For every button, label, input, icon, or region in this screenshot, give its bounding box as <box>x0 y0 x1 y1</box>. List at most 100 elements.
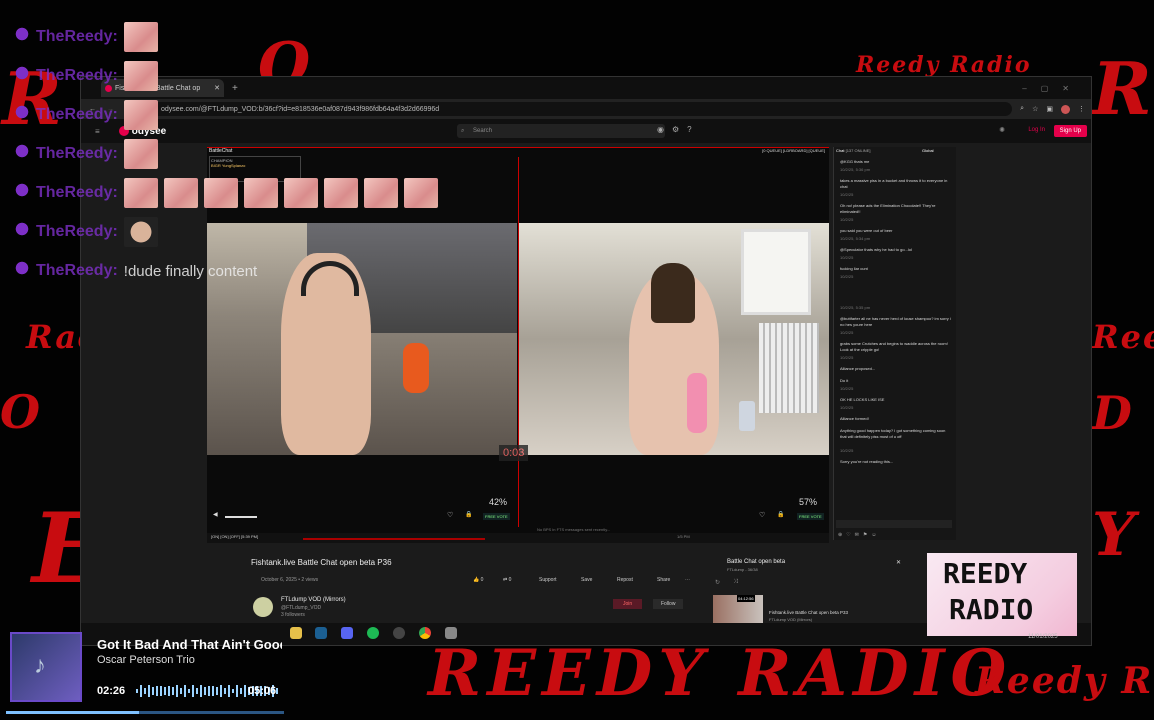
like-button[interactable]: 👍 0 <box>473 577 483 583</box>
volume-icon[interactable]: ◀ <box>213 511 218 518</box>
side-chat-header: Chat [137 ONLINE] Global <box>836 148 934 153</box>
volume-slider[interactable] <box>225 516 257 518</box>
taskbar-chrome-icon[interactable] <box>419 627 431 639</box>
overlay-username: TheReedy: <box>36 223 118 240</box>
side-chat-timestamp: 10/2/25 <box>840 448 854 453</box>
menu-kebab-icon[interactable]: ⋮ <box>1078 105 1085 113</box>
side-chat-timestamp: 10/2/25 <box>840 255 854 260</box>
side-chat-timestamp: 10/2/25, 5:36 pm <box>840 167 871 172</box>
side-chat-message: Anything good happen today? I got someth… <box>840 428 946 439</box>
next-video-title[interactable]: Fishtank.live Battle Chat open beta P33 <box>769 610 848 615</box>
share-button[interactable]: Share <box>657 577 670 583</box>
duration-time: 05:06 <box>248 685 277 697</box>
channel-followers: 3 followers <box>281 612 305 618</box>
waveform-bar <box>224 687 226 695</box>
waveform-bar <box>200 685 202 697</box>
battlechat-header: BattleChat <box>209 148 233 154</box>
chat-header-label: Chat <box>836 148 845 153</box>
emote-image <box>323 178 358 208</box>
more-options-icon[interactable]: ⋯ <box>685 577 690 583</box>
repost-count-button[interactable]: ⇄ 0 <box>503 577 511 583</box>
save-button[interactable]: Save <box>581 577 592 583</box>
overlay-chat-line: TheReedy: !dude finally content <box>14 256 257 286</box>
waveform-bar <box>160 686 162 696</box>
new-tab-icon[interactable]: + <box>232 83 238 94</box>
zoom-icon[interactable]: ⌕ <box>1020 105 1024 113</box>
window-controls[interactable]: –▢✕ <box>1022 84 1083 93</box>
login-link[interactable]: Log In <box>1028 127 1045 133</box>
search-input[interactable]: ⌕ Search <box>457 124 665 138</box>
theme-toggle-icon[interactable]: ✺ <box>999 126 1005 134</box>
playlist-channel: FTLdump - 36/38 <box>727 567 758 572</box>
address-bar-row: ← → ↻ odysee.com/@FTLdump_VOD:b/36cf?id=… <box>81 99 1091 119</box>
left-vote-button[interactable]: FREE VOTE <box>483 513 510 520</box>
album-art: ♪ <box>10 632 82 702</box>
channel-name[interactable]: FTLdump VOD (Mirrors) <box>281 597 346 603</box>
right-heart-icon[interactable]: ♡ <box>759 511 765 519</box>
chat-global-tab[interactable]: Global <box>922 148 934 153</box>
bookmark-star-icon[interactable]: ☆ <box>1032 105 1038 113</box>
taskbar-obs-icon[interactable] <box>393 627 405 639</box>
waveform-bar <box>192 685 194 697</box>
emote-image <box>123 139 158 169</box>
side-chat-message: Sorry you're not reading this... <box>840 459 894 464</box>
microphone-icon <box>14 144 30 164</box>
waveform-bar <box>152 687 154 695</box>
waveform-bar <box>180 688 182 694</box>
taskbar-steam-icon[interactable] <box>315 627 327 639</box>
follow-button[interactable]: Follow <box>653 599 684 609</box>
elapsed-time: 02:26 <box>97 685 126 697</box>
side-chat-timestamp: 10/2/25 <box>840 192 854 197</box>
waveform-bar <box>188 688 190 694</box>
taskbar-discord-icon[interactable] <box>341 627 353 639</box>
playlist-close-icon[interactable]: ✕ <box>896 559 901 566</box>
emote-image <box>203 178 238 208</box>
playlist-loop-icon[interactable]: ↻ <box>715 579 720 586</box>
url-input[interactable]: odysee.com/@FTLdump_VOD:b/36cf?id=e81853… <box>141 102 1013 116</box>
left-percent: 42% <box>489 497 508 507</box>
playlist-title[interactable]: Battle Chat open beta <box>727 559 785 565</box>
video-progress-bar[interactable] <box>303 538 485 540</box>
microphone-icon <box>14 261 30 281</box>
side-chat-timestamp: 10/2/25 <box>840 405 854 410</box>
signup-button[interactable]: Sign Up <box>1053 125 1087 137</box>
taskbar-app-icon[interactable] <box>445 627 457 639</box>
overlay-chat-line: TheReedy: <box>14 139 158 169</box>
chat-input[interactable] <box>836 520 952 528</box>
right-vote-button[interactable]: FREE VOTE <box>797 513 824 520</box>
support-button[interactable]: Support <box>539 577 557 583</box>
left-heart-icon[interactable]: ♡ <box>447 511 453 519</box>
waveform-bar <box>228 685 230 697</box>
extensions-icon[interactable]: ▣ <box>1046 105 1053 113</box>
join-button[interactable]: Join <box>613 599 643 609</box>
side-chat-message: grabs some Crutches and begins to waddle… <box>840 341 948 352</box>
overlay-chat-line: TheReedy: <box>14 217 158 247</box>
left-lock-icon[interactable]: 🔒 <box>465 511 472 518</box>
repost-button[interactable]: Repost <box>617 577 633 583</box>
waveform-bar <box>276 688 278 694</box>
microphone-icon <box>14 66 30 86</box>
player-top-tabs[interactable]: [0 QUEUE] [LDRBOARD] [QUEUE] <box>762 148 825 153</box>
chat-toolbar-icons[interactable]: ⊕♡✉⚑☺ <box>838 532 880 538</box>
search-placeholder: Search <box>473 128 493 134</box>
url-text: odysee.com/@FTLdump_VOD:b/36cf?id=e81853… <box>161 105 440 113</box>
waveform-bar <box>156 685 158 697</box>
song-progress-fill <box>6 711 140 714</box>
channel-avatar[interactable] <box>253 597 273 617</box>
channel-handle: @FTLdump_VOD <box>281 605 322 611</box>
right-lock-icon[interactable]: 🔒 <box>777 511 784 518</box>
tab-close-icon[interactable]: ✕ <box>214 84 220 92</box>
waveform-bar <box>236 685 238 697</box>
right-window <box>741 229 811 315</box>
profile-avatar[interactable] <box>1061 104 1070 114</box>
round-timer: 0:03 <box>499 445 529 461</box>
logo-line-1: REEDY <box>943 557 1028 590</box>
emote-image <box>363 178 398 208</box>
waveform-bar <box>244 685 246 697</box>
wunderbar-icons[interactable]: ◉⚙? <box>657 125 700 134</box>
taskbar-explorer-icon[interactable] <box>290 627 302 639</box>
side-chat-message: Alliance formed! <box>840 416 869 421</box>
playlist-shuffle-icon[interactable]: ⤨ <box>733 579 738 586</box>
overlay-username: TheReedy: <box>36 145 118 162</box>
taskbar-spotify-icon[interactable] <box>367 627 379 639</box>
